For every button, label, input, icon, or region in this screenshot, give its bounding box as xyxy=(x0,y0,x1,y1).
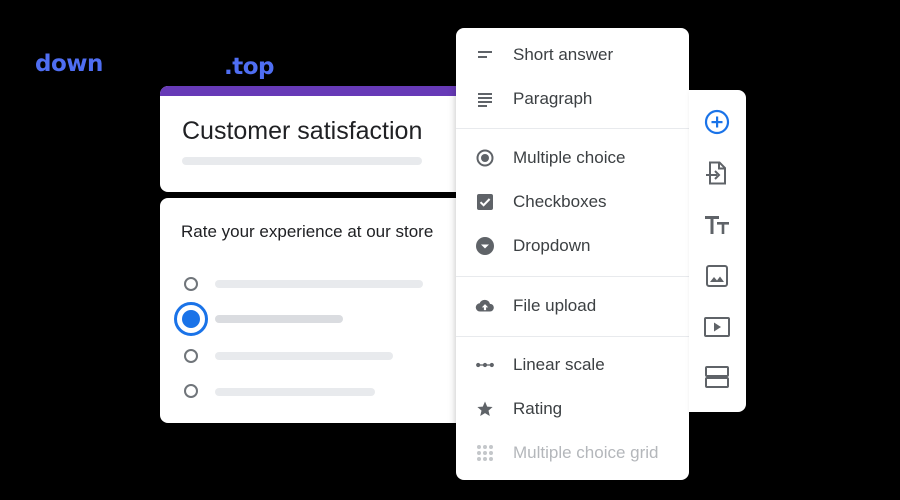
menu-item-label: Multiple choice grid xyxy=(513,443,659,462)
add-title-button[interactable] xyxy=(697,207,737,247)
paragraph-icon xyxy=(475,89,495,109)
option-placeholder xyxy=(215,280,423,288)
question-card[interactable]: Rate your experience at our store xyxy=(160,198,465,423)
menu-item-linear-scale[interactable]: Linear scale xyxy=(456,343,689,387)
menu-item-dropdown[interactable]: Dropdown xyxy=(456,224,689,268)
image-icon xyxy=(704,263,730,294)
side-toolbar xyxy=(689,90,746,412)
option-radio[interactable] xyxy=(184,277,198,291)
option-radio-selected[interactable] xyxy=(174,302,208,336)
cloud-upload-icon xyxy=(475,296,495,316)
menu-item-checkboxes[interactable]: Checkboxes xyxy=(456,180,689,224)
menu-item-multiple-choice-grid[interactable]: Multiple choice grid xyxy=(456,431,689,475)
question-type-menu: Short answer Paragraph Multiple choice C… xyxy=(456,28,689,480)
menu-divider xyxy=(456,276,689,277)
option-radio[interactable] xyxy=(184,349,198,363)
wordmark-left: down xyxy=(35,51,103,77)
checkbox-icon xyxy=(475,192,495,212)
wordmark-right: .top xyxy=(224,54,275,80)
menu-item-label: Multiple choice xyxy=(513,148,626,167)
menu-item-label: Linear scale xyxy=(513,355,605,374)
question-text[interactable]: Rate your experience at our store xyxy=(181,222,433,242)
menu-item-rating[interactable]: Rating xyxy=(456,387,689,431)
star-icon xyxy=(475,399,495,419)
canvas: down .top Customer satisfaction Rate you… xyxy=(0,0,900,500)
menu-item-label: Dropdown xyxy=(513,236,591,255)
add-video-button[interactable] xyxy=(697,309,737,349)
section-icon xyxy=(704,364,730,395)
add-image-button[interactable] xyxy=(697,258,737,298)
radio-button-icon xyxy=(475,148,495,168)
title-card-accent xyxy=(160,86,465,96)
linear-scale-icon xyxy=(475,355,495,375)
add-question-button[interactable] xyxy=(697,104,737,144)
menu-item-label: Checkboxes xyxy=(513,192,607,211)
short-text-icon xyxy=(475,45,495,65)
menu-item-label: File upload xyxy=(513,296,597,315)
form-title-card[interactable]: Customer satisfaction xyxy=(160,86,465,192)
add-section-button[interactable] xyxy=(697,359,737,399)
import-questions-button[interactable] xyxy=(697,155,737,195)
menu-item-multiple-choice[interactable]: Multiple choice xyxy=(456,136,689,180)
menu-item-paragraph[interactable]: Paragraph xyxy=(456,77,689,121)
option-placeholder xyxy=(215,315,343,323)
menu-item-label: Short answer xyxy=(513,45,614,64)
import-questions-icon xyxy=(704,160,730,191)
menu-divider xyxy=(456,336,689,337)
menu-item-short-answer[interactable]: Short answer xyxy=(456,33,689,77)
grid-icon xyxy=(475,443,495,463)
option-placeholder xyxy=(215,388,375,396)
form-title[interactable]: Customer satisfaction xyxy=(182,117,422,146)
video-icon xyxy=(703,315,731,344)
add-question-icon xyxy=(703,108,731,141)
title-text-icon xyxy=(703,212,731,243)
menu-item-file-upload[interactable]: File upload xyxy=(456,284,689,328)
menu-item-label: Rating xyxy=(513,399,563,418)
menu-item-label: Paragraph xyxy=(513,89,593,108)
option-placeholder xyxy=(215,352,393,360)
menu-divider xyxy=(456,128,689,129)
option-radio[interactable] xyxy=(184,384,198,398)
dropdown-icon xyxy=(475,236,495,256)
form-description-placeholder[interactable] xyxy=(182,157,422,165)
